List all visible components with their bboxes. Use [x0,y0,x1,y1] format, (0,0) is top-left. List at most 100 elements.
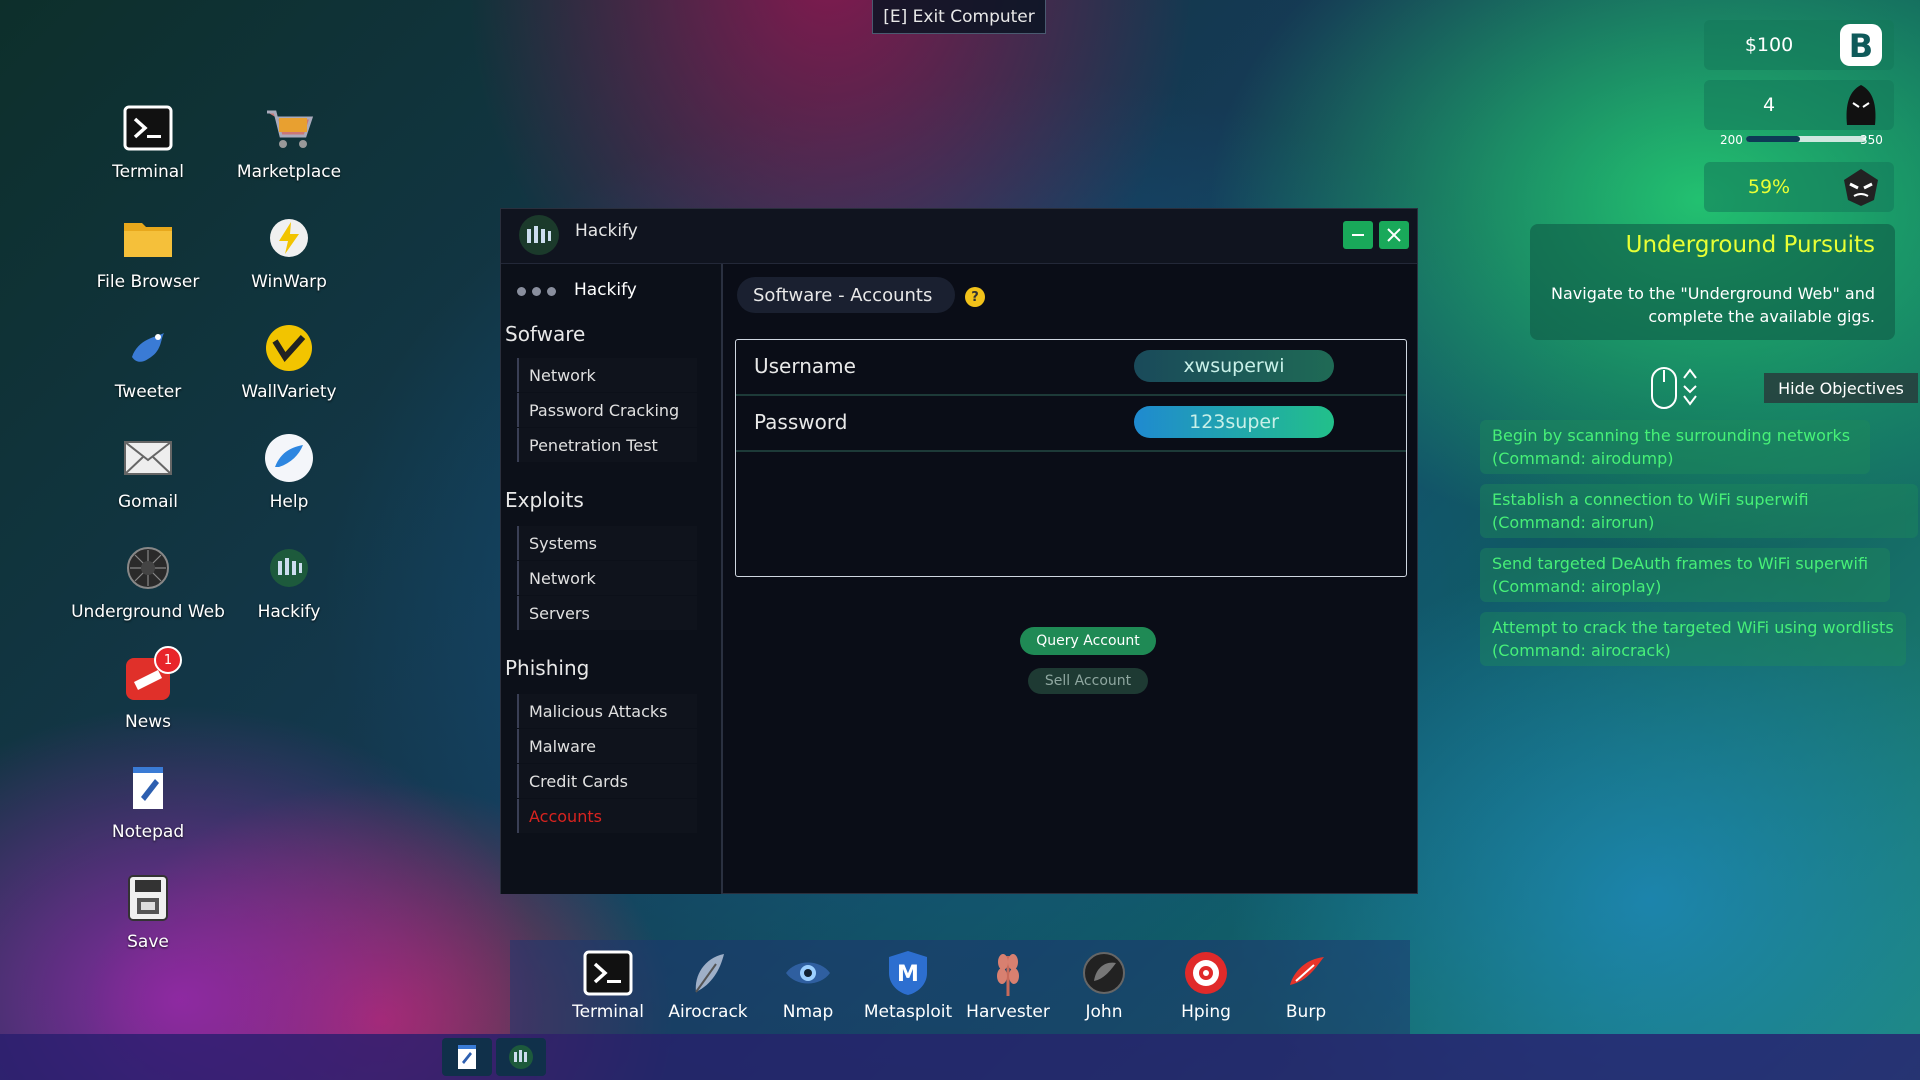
taskbar [0,1034,1920,1080]
sidebar-item-penetration-test[interactable]: Penetration Test [517,428,697,462]
svg-text:B: B [1849,27,1873,65]
objective-title: Underground Pursuits [1625,232,1875,258]
desktop-icon-marketplace[interactable]: Marketplace [219,102,359,202]
target-icon [1180,948,1232,998]
objective-panel: Underground Pursuits Navigate to the "Un… [1530,224,1895,340]
close-icon [1387,228,1401,242]
mail-icon [122,432,174,484]
dock-burp[interactable]: Burp [1260,948,1352,1032]
minimize-button[interactable] [1343,221,1373,249]
xp-bar [1746,136,1866,142]
xp-bar-fill [1746,136,1800,142]
desktop-icon-hackify[interactable]: Hackify [219,542,359,642]
hide-objectives-button[interactable]: Hide Objectives [1764,373,1918,403]
hackify-icon [263,542,315,594]
taskbar-notepad[interactable] [442,1038,492,1076]
dock-airocrack[interactable]: Airocrack [662,948,754,1032]
objective-task: Send targeted DeAuth frames to WiFi supe… [1480,548,1890,602]
section-title-software: Sofware [505,322,586,346]
sidebar-item-software-network[interactable]: Network [517,358,697,392]
desktop-icon-news[interactable]: 1 News [78,646,218,752]
wheat-icon [982,948,1034,998]
notepad-icon [458,1045,476,1069]
dock-terminal[interactable]: Terminal [562,948,654,1032]
sidebar-header: Hackify [517,280,637,300]
exit-computer-button[interactable]: [E] Exit Computer [872,0,1046,34]
desktop-icon-help[interactable]: Help [219,432,359,532]
hackify-window: Hackify Hackify Sofware Network Password… [500,208,1418,894]
desktop-icon-notepad[interactable]: Notepad [78,762,218,862]
objective-task: Attempt to crack the targeted WiFi using… [1480,612,1906,666]
news-icon: 1 [122,646,182,704]
sidebar-item-accounts[interactable]: Accounts [517,799,697,833]
money-display: $100 B [1704,20,1894,70]
dock-metasploit[interactable]: M Metasploit [862,948,954,1032]
burp-icon [1280,948,1332,998]
cart-icon [263,102,315,154]
dock-harvester[interactable]: Harvester [962,948,1054,1032]
sell-account-button[interactable]: Sell Account [1028,668,1148,694]
john-icon [1078,948,1130,998]
taskbar-hackify[interactable] [496,1038,546,1076]
xp-max: 350 [1860,133,1883,147]
svg-text:M: M [897,962,919,987]
sidebar-item-credit-cards[interactable]: Credit Cards [517,764,697,798]
dock: Terminal Airocrack Nmap M Metasploit Har… [510,940,1410,1034]
save-icon [122,872,174,924]
desktop-icon-wallvariety[interactable]: WallVariety [219,322,359,422]
hacker-hood-icon [1838,82,1884,128]
hackify-icon [509,1045,533,1069]
dock-john[interactable]: John [1058,948,1150,1032]
sidebar-item-malware[interactable]: Malware [517,729,697,763]
hackify-logo-icon [519,215,559,255]
password-value: 123super [1134,406,1334,438]
section-title-exploits: Exploits [505,488,584,512]
help-bird-icon [263,432,315,484]
notification-badge: 1 [154,646,182,674]
xp-min: 200 [1720,133,1743,147]
query-account-button[interactable]: Query Account [1020,627,1156,655]
sidebar-item-password-cracking[interactable]: Password Cracking [517,393,697,427]
bitcoin-b-icon: B [1838,22,1884,68]
window-title: Hackify [575,221,638,241]
sidebar-item-servers[interactable]: Servers [517,596,697,630]
sidebar-item-exploits-network[interactable]: Network [517,561,697,595]
content-tab-software-accounts: Software - Accounts [737,277,955,313]
dock-nmap[interactable]: Nmap [762,948,854,1032]
username-label: Username [754,354,856,378]
objective-task: Begin by scanning the surrounding networ… [1480,420,1870,474]
underground-icon [122,542,174,594]
close-button[interactable] [1379,221,1409,249]
sidebar-item-malicious-attacks[interactable]: Malicious Attacks [517,694,697,728]
desktop-icon-gomail[interactable]: Gomail [78,432,218,532]
desktop-icon-tweeter[interactable]: Tweeter [78,322,218,422]
desktop-icon-file-browser[interactable]: File Browser [78,212,218,312]
minimize-icon [1352,234,1364,236]
objective-task: Establish a connection to WiFi superwifi… [1480,484,1918,538]
desktop-icon-terminal[interactable]: Terminal [78,102,218,202]
lightning-icon [263,212,315,264]
feather-icon [682,948,734,998]
sidebar-item-systems[interactable]: Systems [517,526,697,560]
dock-hping[interactable]: Hping [1160,948,1252,1032]
desktop-icon-underground-web[interactable]: Underground Web [71,542,225,642]
reputation-display: 59% [1704,162,1894,212]
dots-icon [517,281,562,300]
terminal-icon [582,948,634,998]
mouse-scroll-icon [1648,366,1704,416]
window-titlebar[interactable]: Hackify [501,209,1417,264]
help-icon[interactable]: ? [965,287,985,307]
desktop-icon-save[interactable]: Save [78,872,218,972]
bird-icon [122,322,174,374]
terminal-icon [122,102,174,154]
password-row: Password 123super [736,396,1406,452]
username-value: xwsuperwi [1134,350,1334,382]
account-panel: Username xwsuperwi Password 123super Que… [735,339,1407,694]
level-display: 4 [1704,80,1894,130]
shield-m-icon: M [882,948,934,998]
sidebar: Hackify Sofware Network Password Crackin… [501,264,723,894]
desktop-icon-winwarp[interactable]: WinWarp [219,212,359,312]
section-title-phishing: Phishing [505,656,590,680]
notepad-icon [122,762,174,814]
objective-description: Navigate to the "Underground Web" and co… [1551,284,1875,326]
